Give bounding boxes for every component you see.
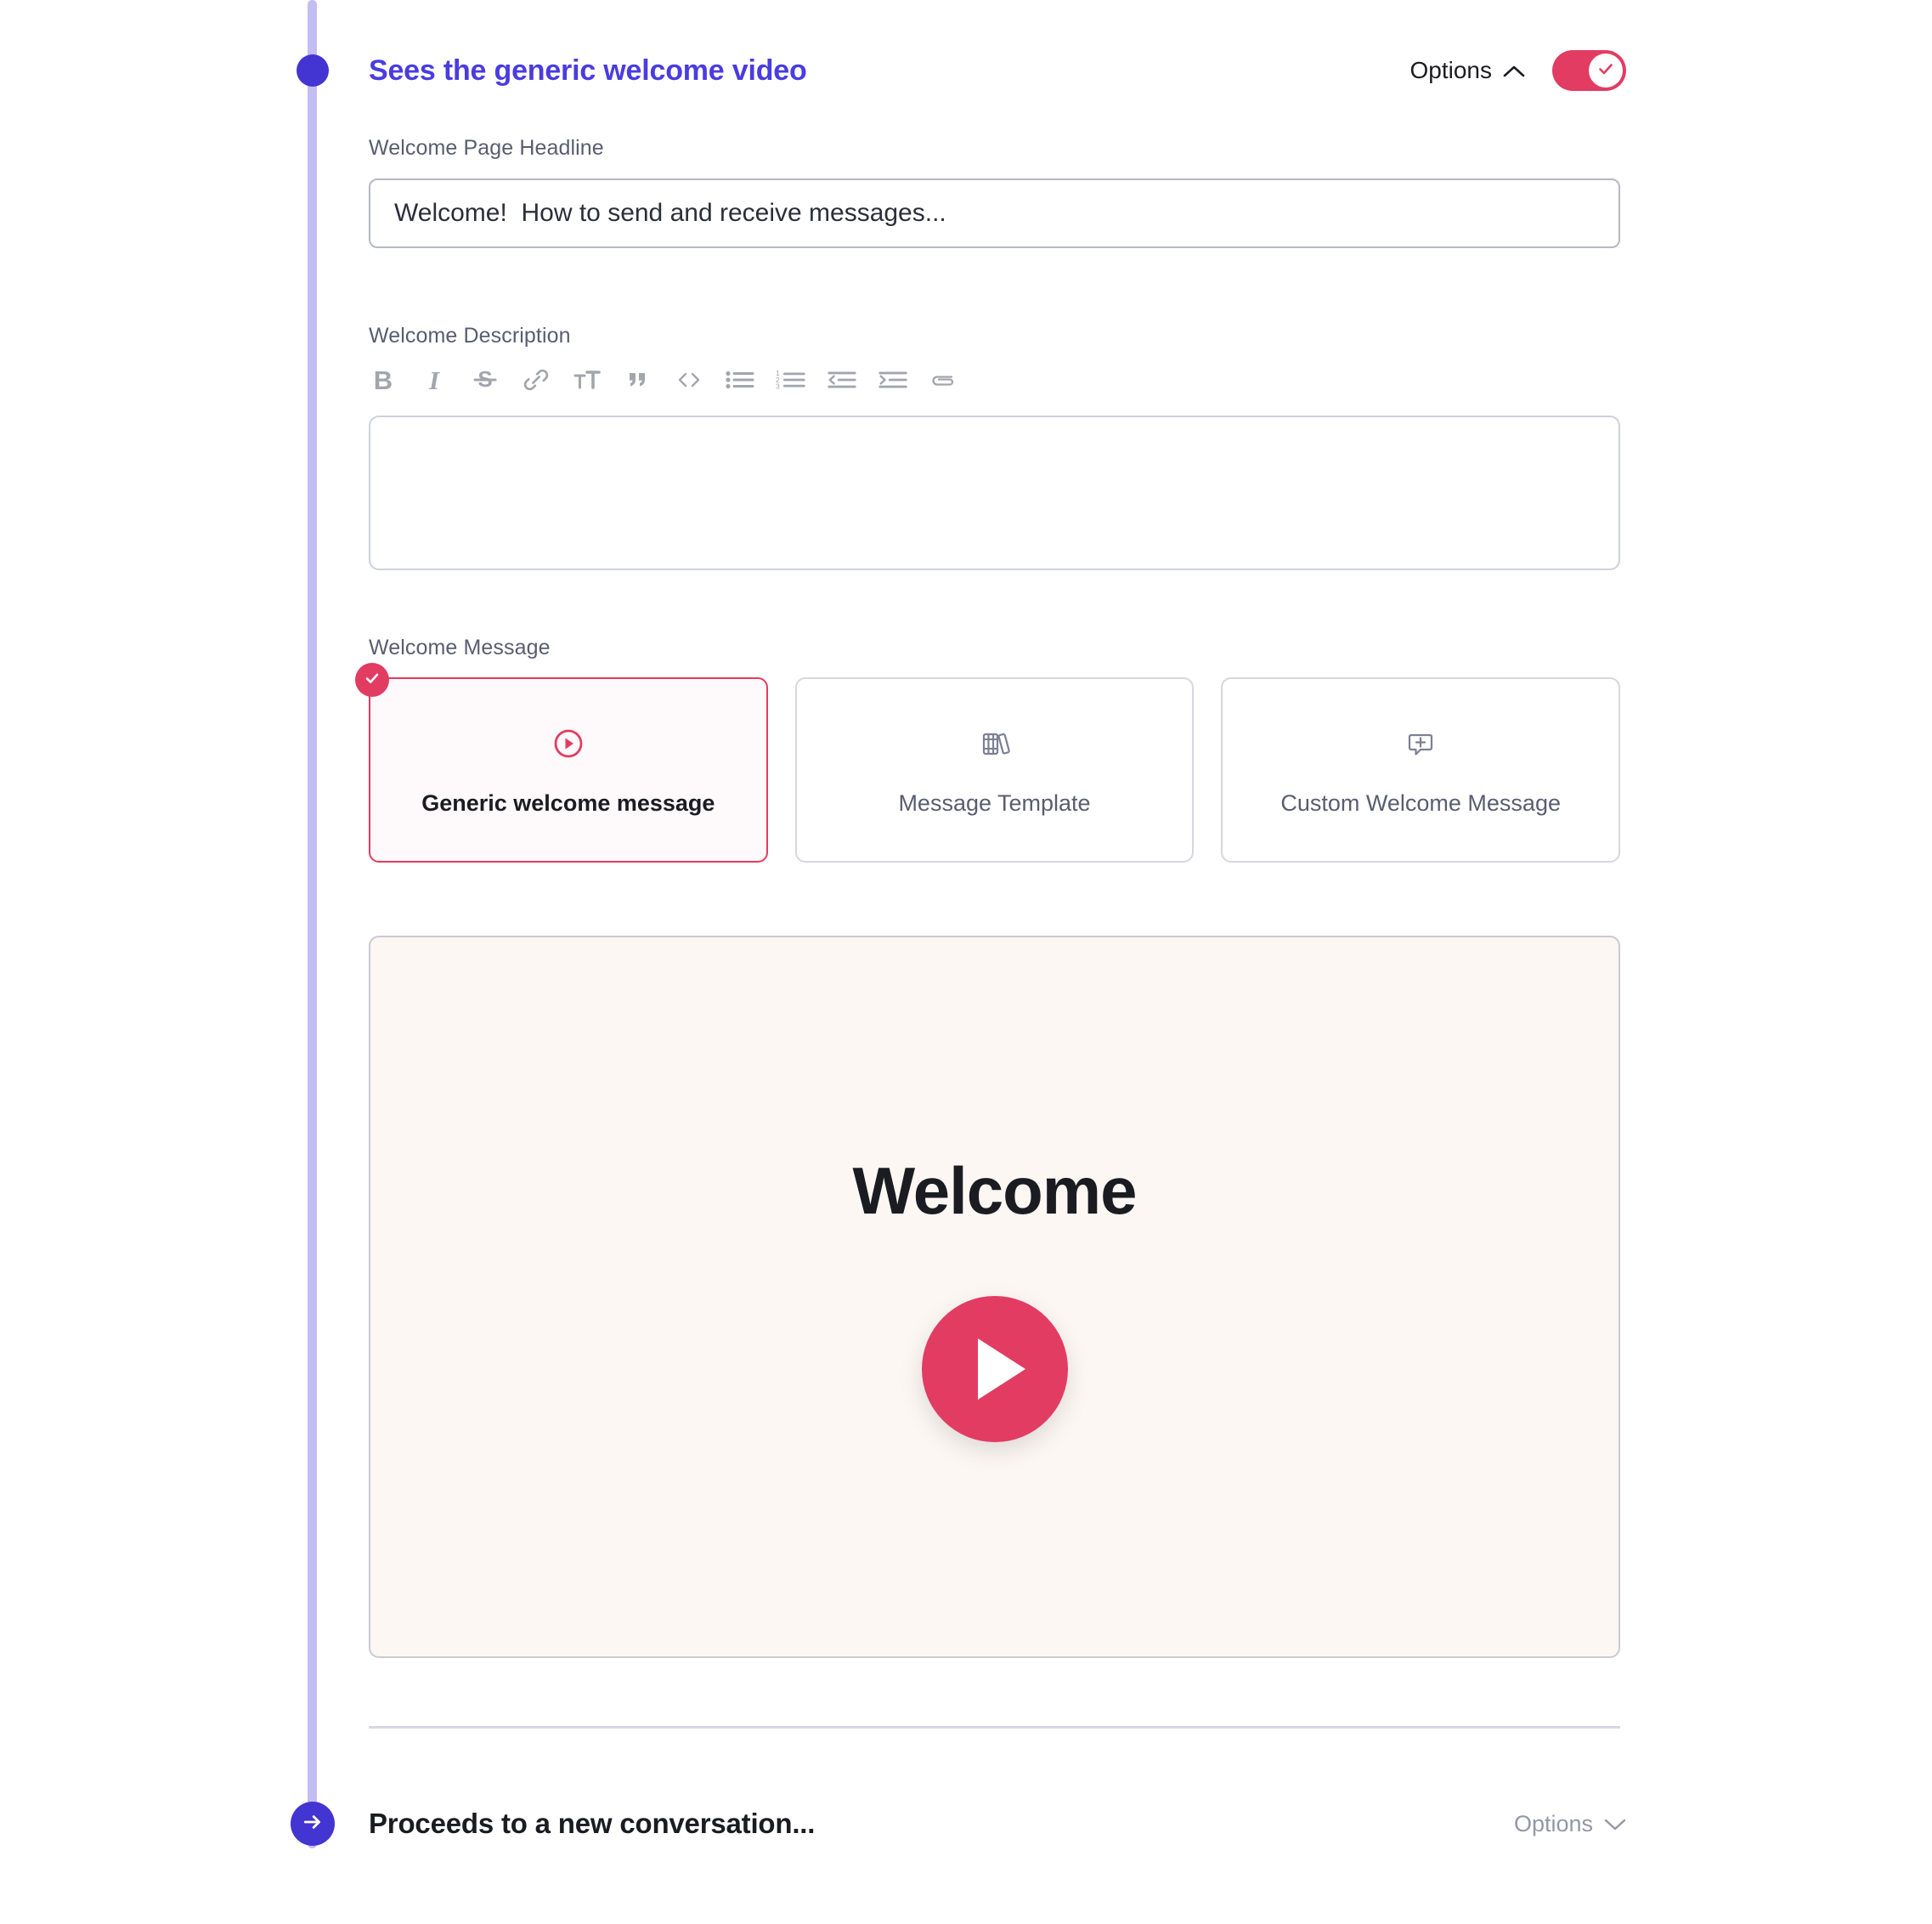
options-toggle-button[interactable]: Options	[1410, 57, 1526, 84]
welcome-message-label: Welcome Message	[369, 636, 551, 659]
next-step-title: Proceeds to a new conversation...	[369, 1808, 816, 1839]
books-icon	[974, 723, 1015, 768]
headline-label: Welcome Page Headline	[369, 136, 604, 160]
description-label: Welcome Description	[369, 324, 571, 348]
headline-input[interactable]	[369, 178, 1620, 248]
arrow-right-icon	[301, 1810, 325, 1838]
welcome-message-option-custom[interactable]: Custom Welcome Message	[1221, 677, 1621, 863]
rich-text-toolbar: B I S 1 2 3	[367, 361, 960, 399]
chevron-up-icon	[1503, 57, 1525, 84]
chevron-down-icon	[1604, 1811, 1626, 1837]
option-label: Custom Welcome Message	[1280, 790, 1561, 816]
bold-icon[interactable]: B	[367, 364, 399, 396]
numbered-list-icon[interactable]: 1 2 3	[775, 364, 807, 396]
code-icon[interactable]	[673, 364, 705, 396]
indent-icon[interactable]	[877, 364, 909, 396]
options-label: Options	[1513, 1810, 1593, 1836]
option-label: Generic welcome message	[421, 790, 715, 816]
section-divider	[369, 1726, 1620, 1729]
text-size-icon[interactable]	[571, 364, 603, 396]
flow-step-editor: Sees the generic welcome video Options W…	[0, 0, 1932, 1924]
step-enabled-toggle[interactable]	[1552, 50, 1626, 91]
step-header: Sees the generic welcome video Options	[369, 44, 1626, 97]
check-icon	[1596, 59, 1616, 83]
link-icon[interactable]	[520, 364, 552, 396]
italic-icon[interactable]: I	[418, 364, 450, 396]
strikethrough-icon[interactable]: S	[469, 364, 501, 396]
message-plus-icon	[1400, 723, 1441, 768]
timeline-dot-icon	[297, 54, 329, 87]
timeline-rail	[308, 0, 317, 1848]
toggle-knob	[1589, 54, 1623, 88]
step-header-actions: Options	[1410, 50, 1626, 91]
page-title: Sees the generic welcome video	[369, 54, 807, 87]
bulleted-list-icon[interactable]	[724, 364, 756, 396]
blockquote-icon[interactable]	[622, 364, 654, 396]
welcome-message-option-generic[interactable]: Generic welcome message	[355, 663, 768, 863]
video-play-button[interactable]	[921, 1295, 1068, 1442]
description-textarea[interactable]	[369, 416, 1620, 570]
play-icon	[977, 1338, 1025, 1400]
option-label: Message Template	[898, 790, 1091, 816]
selected-check-badge	[355, 663, 389, 697]
video-title: Welcome	[852, 1152, 1137, 1228]
outdent-icon[interactable]	[826, 364, 858, 396]
check-icon	[363, 669, 381, 692]
welcome-message-option-template[interactable]: Message Template	[794, 677, 1195, 863]
play-circle-icon	[548, 723, 589, 768]
video-preview: Welcome	[369, 936, 1620, 1658]
options-label: Options	[1409, 57, 1493, 83]
next-step-options-button[interactable]: Options	[1514, 1811, 1626, 1837]
next-step-arrow-button[interactable]	[291, 1802, 335, 1846]
svg-text:3: 3	[776, 382, 780, 390]
attachment-icon[interactable]	[928, 364, 960, 396]
welcome-message-options: Generic welcome message Message Template	[355, 663, 1621, 863]
next-step-row: Proceeds to a new conversation... Option…	[369, 1800, 1626, 1848]
